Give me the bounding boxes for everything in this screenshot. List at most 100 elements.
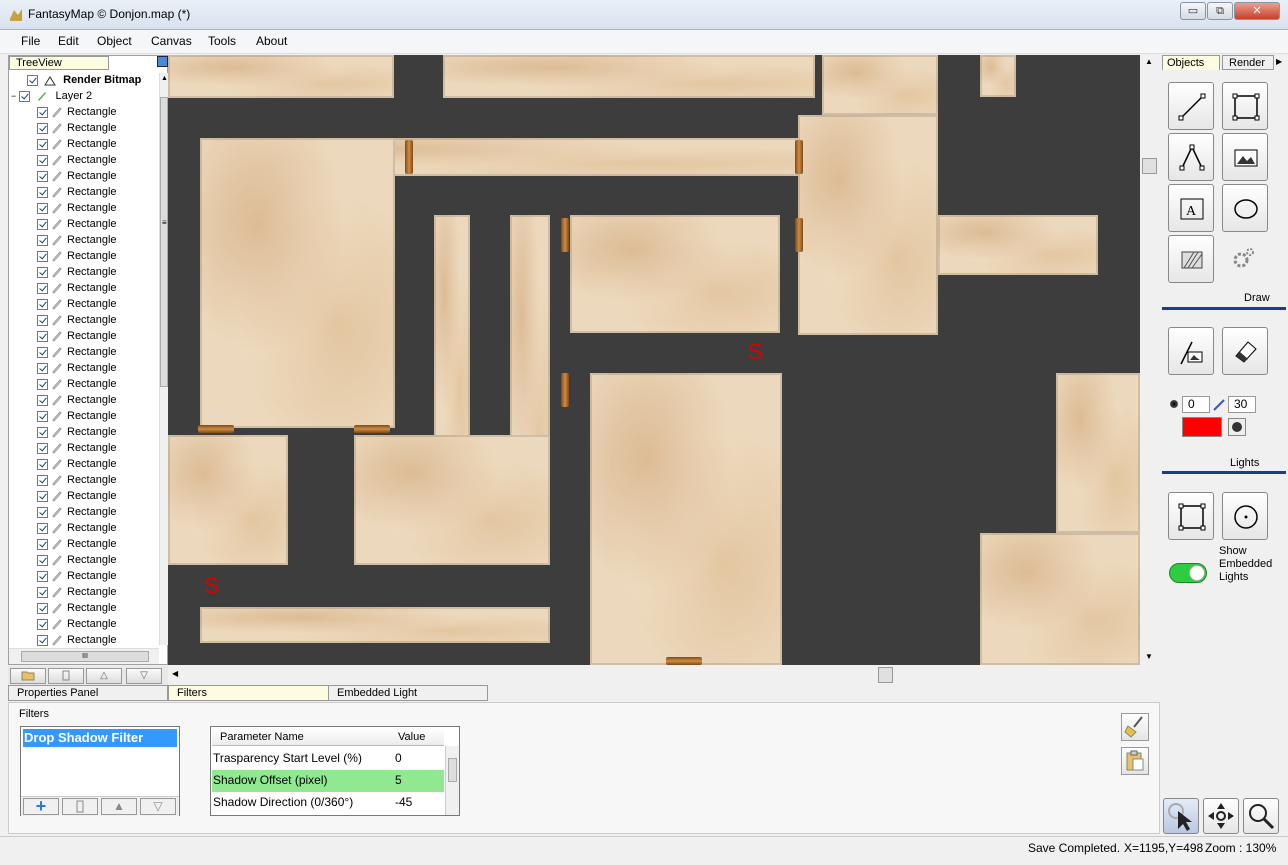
eraser-tool-button[interactable] (1222, 327, 1268, 375)
scroll-down-icon[interactable]: ▼ (1145, 652, 1153, 661)
tree-item-rectangle[interactable]: Rectangle (37, 472, 117, 488)
tree-item-render-bitmap[interactable]: Render Bitmap (27, 72, 141, 88)
tree-item-rectangle[interactable]: Rectangle (37, 600, 117, 616)
checkbox[interactable] (37, 122, 48, 134)
light-area-button[interactable] (1168, 492, 1214, 540)
parameter-row[interactable]: Shadow Offset (pixel) 5 (212, 770, 444, 792)
move-filter-up-button[interactable]: ▲ (101, 798, 137, 815)
checkbox[interactable] (37, 202, 48, 214)
tree-scroll-thumb[interactable] (160, 97, 168, 387)
scroll-up-icon[interactable]: ▲ (1145, 57, 1153, 66)
checkbox[interactable] (37, 554, 48, 566)
tab-render[interactable]: Render (1222, 55, 1274, 70)
tab-treeview[interactable]: TreeView (9, 56, 109, 70)
tree-item-rectangle[interactable]: Rectangle (37, 232, 117, 248)
zoom-tool-button[interactable] (1243, 798, 1279, 834)
tab-filters[interactable]: Filters (168, 685, 330, 701)
light-shape-button[interactable] (1228, 418, 1246, 436)
tree-item-rectangle[interactable]: Rectangle (37, 184, 117, 200)
canvas-vscroll-thumb[interactable] (1142, 158, 1157, 174)
tree-item-rectangle[interactable]: Rectangle (37, 456, 117, 472)
checkbox[interactable] (37, 522, 48, 534)
add-filter-button[interactable]: + (23, 797, 59, 815)
menu-about[interactable]: About (256, 34, 287, 48)
canvas-vscrollbar[interactable]: ▲ ▼ (1141, 55, 1158, 665)
tree-item-rectangle[interactable]: Rectangle (37, 312, 117, 328)
checkbox[interactable] (37, 170, 48, 182)
checkbox[interactable] (37, 618, 48, 630)
checkbox[interactable] (37, 234, 48, 246)
map-canvas[interactable]: S S (168, 55, 1140, 665)
tree-item-rectangle[interactable]: Rectangle (37, 536, 117, 552)
column-header-value[interactable]: Value (398, 728, 425, 746)
filter-parameter-grid[interactable]: Parameter Name Value Trasparency Start L… (210, 726, 460, 816)
checkbox[interactable] (27, 74, 38, 86)
show-embedded-lights-toggle[interactable] (1169, 563, 1207, 583)
tree-item-rectangle[interactable]: Rectangle (37, 392, 117, 408)
canvas-hscrollbar[interactable]: ◀ (168, 665, 1140, 685)
checkbox[interactable] (37, 458, 48, 470)
clear-filter-button[interactable] (1121, 713, 1149, 741)
text-tool-button[interactable]: A (1168, 184, 1214, 232)
restore-button[interactable]: ⧉ (1207, 2, 1233, 20)
checkbox[interactable] (19, 90, 31, 102)
tree-item-rectangle[interactable]: Rectangle (37, 248, 117, 264)
gear-icon[interactable] (1230, 245, 1256, 271)
filter-list[interactable]: Drop Shadow Filter + ▲ ▽ (20, 726, 180, 816)
tree-item-rectangle[interactable]: Rectangle (37, 504, 117, 520)
menu-canvas[interactable]: Canvas (151, 34, 192, 48)
tree-item-rectangle[interactable]: Rectangle (37, 584, 117, 600)
checkbox[interactable] (37, 282, 48, 294)
menu-file[interactable]: File (21, 34, 40, 48)
checkbox[interactable] (37, 570, 48, 582)
checkbox[interactable] (37, 586, 48, 598)
tree-item-rectangle[interactable]: Rectangle (37, 360, 117, 376)
parameter-row[interactable]: Shadow Direction (0/360°) -45 (212, 792, 444, 814)
checkbox[interactable] (37, 426, 48, 438)
tree-item-rectangle[interactable]: Rectangle (37, 568, 117, 584)
delete-filter-button[interactable] (62, 798, 98, 815)
tab-scroll-icon[interactable]: ▶ (1276, 57, 1282, 66)
tree-item-rectangle[interactable]: Rectangle (37, 632, 117, 646)
tree-scrollbar[interactable]: ▲ ≡ (159, 73, 168, 645)
tree-dropdown-button[interactable] (157, 56, 168, 67)
checkbox[interactable] (37, 330, 48, 342)
checkbox[interactable] (37, 250, 48, 262)
checkbox[interactable] (37, 506, 48, 518)
menu-edit[interactable]: Edit (58, 34, 79, 48)
tree-item-rectangle[interactable]: Rectangle (37, 200, 117, 216)
close-button[interactable]: ✕ (1234, 2, 1280, 20)
tree-item-rectangle[interactable]: Rectangle (37, 488, 117, 504)
tree-item-rectangle[interactable]: Rectangle (37, 264, 117, 280)
select-tool-button[interactable] (1163, 798, 1199, 834)
checkbox[interactable] (37, 442, 48, 454)
checkbox[interactable] (37, 218, 48, 230)
parameter-value[interactable]: -45 (395, 792, 412, 812)
tree-item-rectangle[interactable]: Rectangle (37, 136, 117, 152)
rectangle-tool-button[interactable] (1222, 82, 1268, 130)
checkbox[interactable] (37, 362, 48, 374)
tree-item-rectangle[interactable]: Rectangle (37, 520, 117, 536)
pattern-tool-button[interactable] (1168, 235, 1214, 283)
tree-item-rectangle[interactable]: Rectangle (37, 344, 117, 360)
tree-hscroll-thumb[interactable]: III (21, 651, 149, 662)
parameter-value[interactable]: 0 (395, 748, 402, 768)
tree-hscrollbar[interactable]: III (9, 648, 159, 664)
ellipse-tool-button[interactable] (1222, 184, 1268, 232)
scroll-up-icon[interactable]: ▲ (161, 75, 168, 83)
tree-item-rectangle[interactable]: Rectangle (37, 296, 117, 312)
tree-item-layer[interactable]: − Layer 2 (11, 88, 92, 104)
light-color-swatch[interactable] (1182, 417, 1222, 437)
tree-item-rectangle[interactable]: Rectangle (37, 168, 117, 184)
checkbox[interactable] (37, 634, 48, 646)
light-point-button[interactable] (1222, 492, 1268, 540)
parameter-row[interactable]: Trasparency Start Level (%) 0 (212, 748, 444, 770)
checkbox[interactable] (37, 490, 48, 502)
tree-item-rectangle[interactable]: Rectangle (37, 376, 117, 392)
checkbox[interactable] (37, 474, 48, 486)
line-tool-button[interactable] (1168, 82, 1214, 130)
checkbox[interactable] (37, 106, 48, 118)
checkbox[interactable] (37, 378, 48, 390)
delete-button[interactable] (48, 668, 84, 684)
checkbox[interactable] (37, 602, 48, 614)
